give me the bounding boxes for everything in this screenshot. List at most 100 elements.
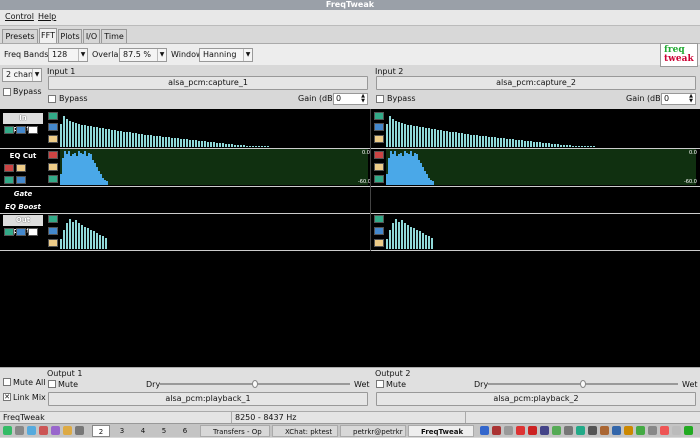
ch2-freeze-icon[interactable] — [374, 135, 384, 143]
grid-toggle-icon[interactable] — [4, 176, 14, 184]
ch1-out-grid-icon[interactable] — [48, 215, 58, 223]
workspace-2[interactable]: 2 — [92, 425, 110, 437]
chat-tray-icon[interactable] — [576, 426, 585, 435]
global-bypass-checkbox[interactable] — [3, 88, 11, 96]
output2-mute-checkbox[interactable] — [376, 380, 384, 388]
logout-tray-icon[interactable] — [672, 426, 681, 435]
workspace-6[interactable]: 6 — [176, 425, 194, 437]
ch1-out-scale-icon[interactable] — [48, 227, 58, 235]
link-icon[interactable] — [4, 164, 14, 172]
terminal-icon[interactable] — [15, 426, 24, 435]
spin-arrows-icon[interactable]: ▲ ▼ — [687, 94, 695, 104]
workspace-3[interactable]: 3 — [113, 425, 131, 437]
browser-icon[interactable] — [39, 426, 48, 435]
window-select[interactable]: Hanning ▼ — [199, 48, 253, 62]
ch1-scale-icon[interactable] — [48, 123, 58, 131]
ch2-out-scale-icon[interactable] — [374, 227, 384, 235]
ch2-link-icon[interactable] — [374, 151, 384, 159]
freq-bands-select[interactable]: 128 ▼ — [48, 48, 88, 62]
input1-spectrum-plot[interactable] — [60, 114, 368, 147]
lock-icon[interactable] — [16, 164, 26, 172]
freeze-icon[interactable] — [28, 228, 38, 236]
input1-port-button[interactable]: alsa_pcm:capture_1 — [48, 76, 368, 90]
tab-fft[interactable]: FFT — [39, 28, 57, 43]
input2-gain-spinner[interactable]: 0 ▲ ▼ — [661, 93, 696, 105]
bluetooth-tray-icon[interactable] — [612, 426, 621, 435]
slider-knob[interactable] — [580, 380, 586, 388]
update-tray-icon[interactable] — [600, 426, 609, 435]
file-manager-icon[interactable] — [27, 426, 36, 435]
input1-gain-spinner[interactable]: 0 ▲ ▼ — [333, 93, 368, 105]
task-freqtweak[interactable]: FreqTweak — [408, 425, 474, 437]
eq-cut-plot-2[interactable] — [386, 149, 696, 185]
input2-port-button[interactable]: alsa_pcm:capture_2 — [376, 76, 696, 90]
slider-knob[interactable] — [252, 380, 258, 388]
disk-tray-icon[interactable] — [540, 426, 549, 435]
output1-spectrum-plot[interactable] — [60, 217, 368, 249]
input2-spectrum-plot[interactable] — [386, 114, 696, 147]
freeze-icon[interactable] — [28, 126, 38, 134]
task-transfers[interactable]: Transfers - Op — [200, 425, 270, 437]
spectrum-bar — [593, 146, 595, 147]
menu-help[interactable]: Help — [38, 12, 56, 21]
tab-io[interactable]: I/O — [83, 29, 100, 43]
output2-spectrum-plot[interactable] — [386, 217, 696, 249]
ch1-grid-icon[interactable] — [48, 175, 58, 183]
menu-control[interactable]: Control — [5, 12, 34, 21]
output1-port-button[interactable]: alsa_pcm:playback_1 — [48, 392, 368, 406]
settings-icon[interactable] — [75, 426, 84, 435]
ch2-out-grid-icon[interactable] — [374, 215, 384, 223]
channel-select[interactable]: 2 chan ▼ — [2, 68, 42, 82]
input2-bypass-checkbox[interactable] — [376, 95, 384, 103]
ch1-grid-icon[interactable] — [48, 112, 58, 120]
workspace-4[interactable]: 4 — [134, 425, 152, 437]
tab-plots[interactable]: Plots — [58, 29, 82, 43]
record-tray-icon[interactable] — [660, 426, 669, 435]
link-mix-checkbox[interactable]: ✕ — [3, 393, 11, 401]
online-tray-icon[interactable] — [684, 426, 693, 435]
tab-presets[interactable]: Presets — [2, 29, 38, 43]
output2-mix-slider[interactable] — [488, 380, 678, 388]
editor-icon[interactable] — [51, 426, 60, 435]
ch1-lock-icon[interactable] — [48, 163, 58, 171]
ch2-lock-icon[interactable] — [374, 163, 384, 171]
network-tray-icon[interactable] — [480, 426, 489, 435]
alert-tray-icon[interactable] — [516, 426, 525, 435]
output1-mute-checkbox[interactable] — [48, 380, 56, 388]
overlap-select[interactable]: 87.5 % ▼ — [119, 48, 167, 62]
flag-tray-icon[interactable] — [492, 426, 501, 435]
mail-icon[interactable] — [63, 426, 72, 435]
keyboard-tray-icon[interactable] — [636, 426, 645, 435]
input1-bypass-checkbox[interactable] — [48, 95, 56, 103]
workspace-5[interactable]: 5 — [155, 425, 173, 437]
ch1-freeze-icon[interactable] — [48, 135, 58, 143]
scale-toggle-icon[interactable] — [16, 126, 26, 134]
eq-cut-plot-1[interactable] — [60, 149, 368, 185]
task-xchat[interactable]: XChat: pktest — [272, 425, 338, 437]
row-separator — [0, 148, 700, 149]
power-tray-icon[interactable] — [624, 426, 633, 435]
grid-toggle-icon[interactable] — [4, 126, 14, 134]
gem-tray-icon[interactable] — [528, 426, 537, 435]
scale-toggle-icon[interactable] — [16, 228, 26, 236]
ch2-out-freeze-icon[interactable] — [374, 239, 384, 247]
ch2-grid-icon[interactable] — [374, 112, 384, 120]
ch1-link-icon[interactable] — [48, 151, 58, 159]
scale-toggle-icon[interactable] — [16, 176, 26, 184]
ch2-grid-icon[interactable] — [374, 175, 384, 183]
ch1-out-freeze-icon[interactable] — [48, 239, 58, 247]
battery-tray-icon[interactable] — [564, 426, 573, 435]
ch2-scale-icon[interactable] — [374, 123, 384, 131]
spin-arrows-icon[interactable]: ▲ ▼ — [359, 94, 367, 104]
printer-tray-icon[interactable] — [504, 426, 513, 435]
output1-mix-slider[interactable] — [160, 380, 350, 388]
clock-tray-icon[interactable] — [588, 426, 597, 435]
desktop-tray-icon[interactable] — [648, 426, 657, 435]
task-terminal[interactable]: petrkr@petrkr — [340, 425, 406, 437]
volume-tray-icon[interactable] — [552, 426, 561, 435]
grid-toggle-icon[interactable] — [4, 228, 14, 236]
start-menu-icon[interactable] — [3, 426, 12, 435]
mute-all-checkbox[interactable] — [3, 378, 11, 386]
tab-time[interactable]: Time — [101, 29, 127, 43]
output2-port-button[interactable]: alsa_pcm:playback_2 — [376, 392, 696, 406]
